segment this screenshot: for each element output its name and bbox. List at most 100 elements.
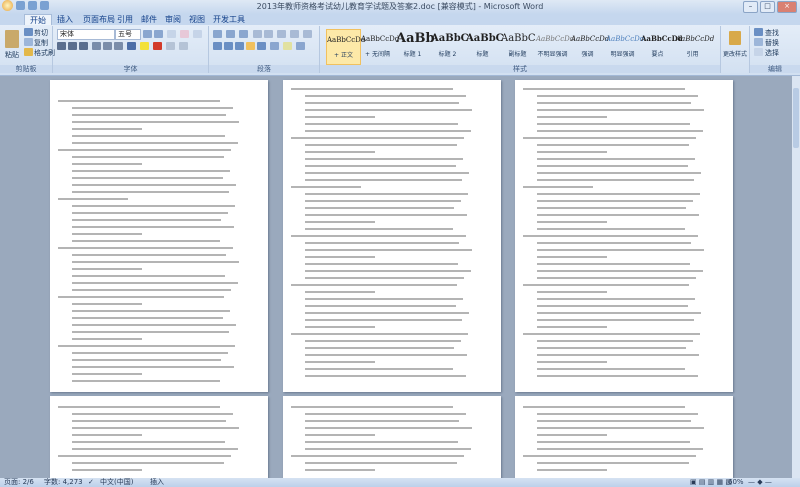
spellcheck-icon[interactable]: ✓ — [88, 478, 94, 487]
replace-button[interactable]: 替换 — [765, 38, 779, 48]
tab-view[interactable]: 视图 — [184, 14, 210, 25]
grow-font-icon[interactable] — [143, 30, 152, 38]
text-line — [72, 413, 233, 415]
document-page[interactable] — [283, 80, 501, 392]
multilevel-list-icon[interactable] — [239, 30, 248, 38]
text-line — [58, 406, 220, 408]
italic-icon[interactable] — [68, 42, 77, 50]
style-quote[interactable]: AaBbCcDd 引用 — [676, 29, 714, 63]
style-sample: AaBbC — [431, 33, 469, 44]
zoom-level[interactable]: 60% — [728, 478, 744, 487]
sort-icon[interactable] — [290, 30, 299, 38]
align-left-icon[interactable] — [213, 42, 222, 50]
text-line — [72, 191, 229, 193]
insert-mode[interactable]: 插入 — [150, 478, 164, 487]
borders-icon[interactable] — [296, 42, 305, 50]
style-sample: AaBbCcDd — [327, 36, 366, 44]
change-case-icon[interactable] — [167, 30, 176, 38]
show-marks-icon[interactable] — [303, 30, 312, 38]
clear-format-icon[interactable] — [180, 30, 189, 38]
scrollbar-thumb[interactable] — [793, 88, 799, 148]
decrease-indent-icon[interactable] — [253, 30, 262, 38]
zoom-slider[interactable]: — ◆ — — [748, 478, 772, 487]
select-icon — [754, 48, 763, 56]
subscript-icon[interactable] — [103, 42, 112, 50]
find-button[interactable]: 查找 — [765, 28, 779, 38]
maximize-button[interactable]: □ — [760, 1, 775, 13]
style-title[interactable]: AaBbC 标题 — [466, 29, 504, 63]
superscript-icon[interactable] — [114, 42, 123, 50]
view-buttons[interactable]: ▣ ▤ ▥ ▦ ▧ — [690, 478, 732, 487]
phonetic-guide-icon[interactable] — [193, 30, 202, 38]
change-styles-icon[interactable] — [729, 31, 741, 45]
text-line — [291, 235, 466, 237]
style-intense-emphasis[interactable]: AaBbCcDd 明显强调 — [606, 29, 644, 63]
style-subtitle[interactable]: AaBbC 副标题 — [501, 29, 536, 63]
underline-icon[interactable] — [79, 42, 88, 50]
enclose-characters-icon[interactable] — [179, 42, 188, 50]
text-line — [537, 305, 688, 307]
style-emphasis[interactable]: AaBbCcDd 强调 — [571, 29, 609, 63]
document-page[interactable] — [515, 80, 733, 392]
text-line — [537, 144, 689, 146]
page-indicator[interactable]: 页面: 2/6 — [4, 478, 34, 487]
align-center-icon[interactable] — [224, 42, 233, 50]
font-color-icon[interactable] — [153, 42, 162, 50]
document-page[interactable] — [50, 80, 268, 392]
select-button[interactable]: 选择 — [765, 48, 779, 58]
paste-icon[interactable] — [5, 30, 19, 48]
vertical-scrollbar[interactable] — [792, 76, 800, 478]
paste-button[interactable]: 粘贴 — [5, 50, 19, 60]
chinese-layout-icon[interactable] — [277, 30, 286, 38]
text-effects-icon[interactable] — [127, 42, 136, 50]
strikethrough-icon[interactable] — [92, 42, 101, 50]
shrink-font-icon[interactable] — [154, 30, 163, 38]
text-line — [537, 326, 607, 328]
text-line — [305, 298, 463, 300]
text-line — [291, 186, 361, 188]
font-name-select[interactable]: 宋体 — [57, 29, 115, 40]
text-line — [305, 462, 457, 464]
tab-review[interactable]: 审阅 — [160, 14, 186, 25]
style-strong[interactable]: AaBbCcDd 要点 — [641, 29, 683, 63]
language-indicator[interactable]: 中文(中国) — [100, 478, 133, 487]
minimize-button[interactable]: – — [743, 1, 758, 13]
shading-icon[interactable] — [283, 42, 292, 50]
document-page[interactable] — [283, 396, 501, 478]
tab-insert[interactable]: 插入 — [52, 14, 78, 25]
word-count[interactable]: 字数: 4,273 — [44, 478, 83, 487]
numbering-icon[interactable] — [226, 30, 235, 38]
style-subtle-emphasis[interactable]: AaBbCcDd 不明显强调 — [536, 29, 574, 63]
highlight-icon[interactable] — [140, 42, 149, 50]
style-heading-1[interactable]: AaBb 标题 1 — [396, 29, 435, 63]
cut-button[interactable]: 剪切 — [34, 28, 48, 38]
text-line — [58, 198, 128, 200]
style-normal[interactable]: AaBbCcDd + 正文 — [326, 29, 366, 65]
tab-mailings[interactable]: 邮件 — [136, 14, 162, 25]
increase-indent-icon[interactable] — [264, 30, 273, 38]
text-line — [58, 100, 220, 102]
bold-icon[interactable] — [57, 42, 66, 50]
font-size-select[interactable]: 五号 — [115, 29, 141, 40]
document-page[interactable] — [50, 396, 268, 478]
character-shading-icon[interactable] — [166, 42, 175, 50]
text-line — [523, 137, 696, 139]
style-heading-2[interactable]: AaBbC 标题 2 — [431, 29, 469, 63]
style-no-spacing[interactable]: AaBbCcDd + 无间隔 — [361, 29, 399, 63]
justify-icon[interactable] — [246, 42, 255, 50]
format-painter-button[interactable]: 格式刷 — [34, 48, 55, 58]
style-sample: AaBbC — [466, 33, 504, 44]
document-workspace[interactable] — [0, 76, 792, 478]
close-button[interactable]: × — [777, 1, 797, 13]
copy-button[interactable]: 复制 — [34, 38, 48, 48]
change-styles-button[interactable]: 更改样式 — [721, 49, 749, 58]
bullets-icon[interactable] — [213, 30, 222, 38]
text-line — [72, 107, 233, 109]
tab-references[interactable]: 引用 — [112, 14, 138, 25]
distribute-icon[interactable] — [257, 42, 266, 50]
align-right-icon[interactable] — [235, 42, 244, 50]
text-line — [58, 455, 231, 457]
line-spacing-icon[interactable] — [270, 42, 279, 50]
document-page[interactable] — [515, 396, 733, 478]
tab-developer[interactable]: 开发工具 — [208, 14, 250, 25]
